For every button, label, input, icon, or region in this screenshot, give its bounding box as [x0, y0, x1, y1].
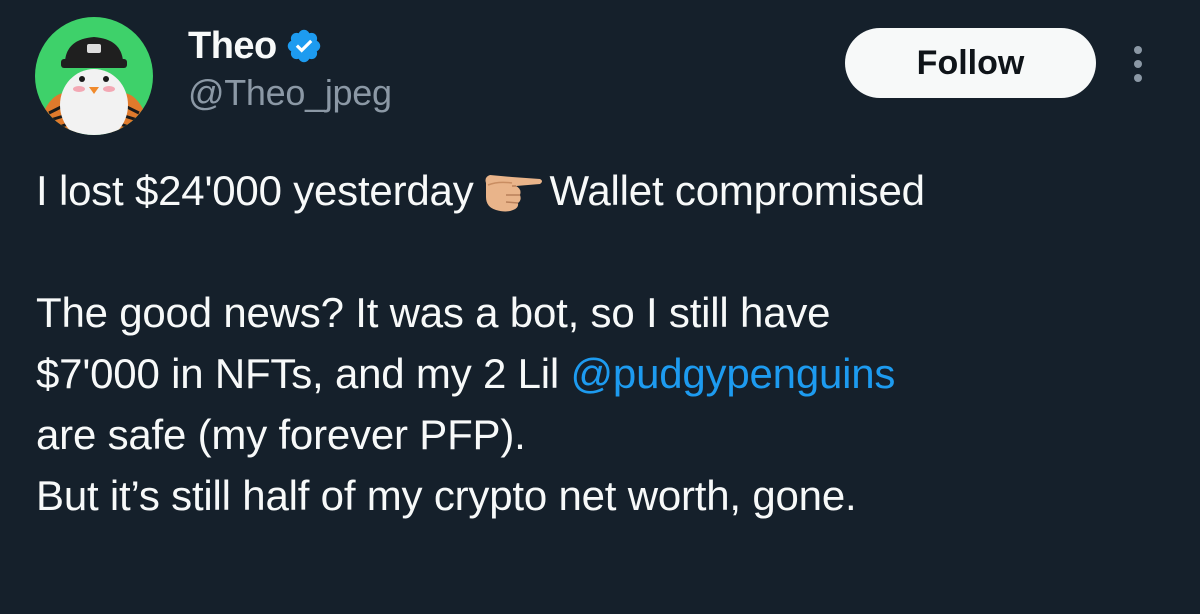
more-dot [1134, 46, 1142, 54]
tweet-card: Theo @Theo_jpeg Follow I lost $24'000 ye… [0, 0, 1200, 614]
pointing-right-emoji-icon [482, 168, 544, 212]
author-name-row: Theo [188, 24, 323, 68]
more-options-icon[interactable] [1120, 36, 1156, 92]
tweet-line: are safe (my forever PFP). [36, 411, 526, 458]
mention-link[interactable]: @pudgypenguins [570, 350, 895, 397]
verified-badge-icon [285, 27, 323, 65]
tweet-text-segment: I lost $24'000 yesterday [36, 167, 474, 214]
handle[interactable]: @Theo_jpeg [188, 72, 392, 114]
avatar-image [35, 17, 153, 135]
paragraph-break [36, 221, 1176, 282]
tweet-text-segment: $7'000 in NFTs, and my 2 Lil [36, 350, 571, 397]
tweet-line: $7'000 in NFTs, and my 2 Lil @pudgypengu… [36, 343, 1176, 404]
tweet-line: I lost $24'000 yesterday Wallet compromi… [36, 160, 1176, 221]
tweet-text-segment: Wallet compromised [549, 167, 925, 214]
avatar[interactable] [35, 17, 153, 135]
tweet-line: But it’s still half of my crypto net wor… [36, 472, 857, 519]
display-name[interactable]: Theo [188, 25, 277, 68]
more-dot [1134, 74, 1142, 82]
follow-button[interactable]: Follow [845, 28, 1096, 98]
tweet-text: I lost $24'000 yesterday Wallet compromi… [36, 160, 1176, 526]
more-dot [1134, 60, 1142, 68]
tweet-line: The good news? It was a bot, so I still … [36, 289, 831, 336]
